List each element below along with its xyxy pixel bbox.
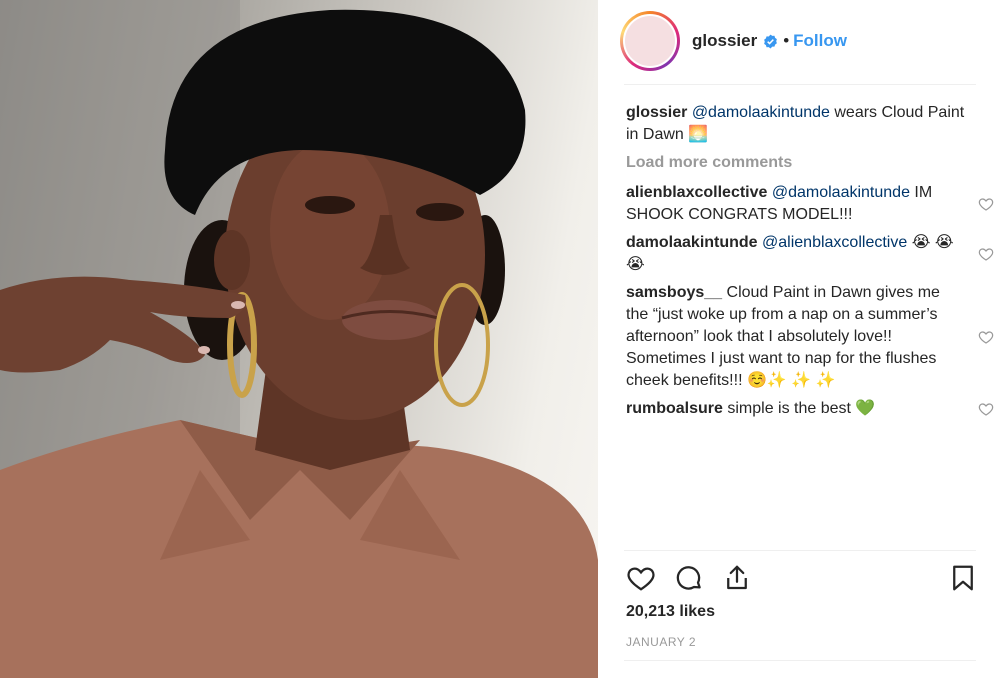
portrait-illustration bbox=[0, 0, 598, 678]
comment-like-heart-icon[interactable] bbox=[978, 246, 994, 262]
header-divider bbox=[624, 84, 976, 85]
account-username[interactable]: glossier bbox=[692, 31, 757, 51]
comment-username[interactable]: alienblaxcollective bbox=[626, 184, 767, 201]
post-date[interactable]: JANUARY 2 bbox=[626, 635, 696, 649]
avatar[interactable] bbox=[620, 11, 680, 71]
comment-item: alienblaxcollective @damolaakintunde IM … bbox=[626, 182, 994, 226]
follow-button[interactable]: Follow bbox=[793, 31, 847, 51]
comment-username[interactable]: samsboys__ bbox=[626, 284, 722, 301]
verified-badge-icon bbox=[764, 34, 778, 48]
footer-divider bbox=[624, 660, 976, 661]
share-upload-icon[interactable] bbox=[722, 563, 752, 593]
comment-like-heart-icon[interactable] bbox=[978, 401, 994, 417]
heart-outline-icon[interactable] bbox=[626, 563, 656, 593]
comment-mention[interactable]: @alienblaxcollective bbox=[762, 234, 907, 251]
caption-mention[interactable]: @damolaakintunde bbox=[692, 104, 830, 121]
comment-item: samsboys__ Cloud Paint in Dawn gives me … bbox=[626, 282, 994, 392]
comment-text: simple is the best 💚 bbox=[727, 400, 876, 417]
caption-emoji: 🌅 bbox=[688, 126, 709, 143]
likes-count[interactable]: 20,213 likes bbox=[626, 603, 715, 621]
post-caption: glossier @damolaakintunde wears Cloud Pa… bbox=[626, 102, 966, 146]
bookmark-icon[interactable] bbox=[948, 563, 978, 593]
load-more-comments-button[interactable]: Load more comments bbox=[626, 154, 966, 172]
caption-username[interactable]: glossier bbox=[626, 104, 687, 121]
comments-section: glossier @damolaakintunde wears Cloud Pa… bbox=[626, 102, 994, 426]
comment-username[interactable]: damolaakintunde bbox=[626, 234, 758, 251]
post-photo[interactable] bbox=[0, 0, 598, 678]
comment-mention[interactable]: @damolaakintunde bbox=[772, 184, 910, 201]
comment-item: damolaakintunde @alienblaxcollective 😭 😭… bbox=[626, 232, 994, 276]
actions-divider bbox=[624, 550, 976, 551]
speech-bubble-icon[interactable] bbox=[674, 563, 704, 593]
post-sidebar: glossier • Follow glossier @damolaakintu… bbox=[598, 0, 1000, 678]
header-separator: • bbox=[783, 31, 790, 50]
post-actions bbox=[626, 563, 978, 597]
comment-item: rumboalsure simple is the best 💚 bbox=[626, 398, 994, 420]
post-header: glossier • Follow bbox=[620, 10, 847, 72]
comment-like-heart-icon[interactable] bbox=[978, 196, 994, 212]
comment-like-heart-icon[interactable] bbox=[978, 329, 994, 345]
comment-username[interactable]: rumboalsure bbox=[626, 400, 723, 417]
